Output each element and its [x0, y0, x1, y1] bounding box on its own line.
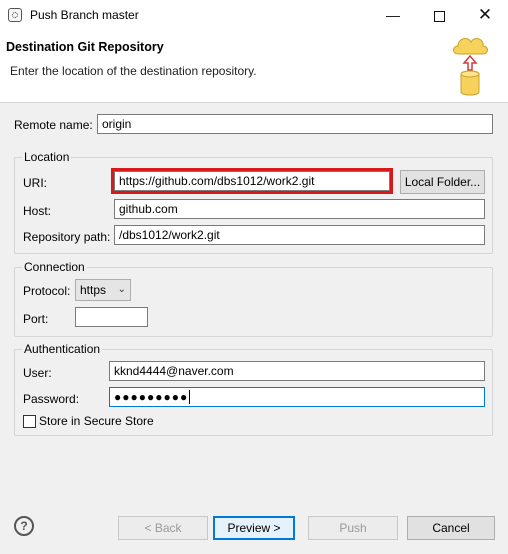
page-title: Destination Git Repository — [6, 40, 164, 54]
push-to-cloud-icon — [453, 38, 488, 96]
host-label: Host: — [23, 204, 52, 218]
minimize-icon: — — [386, 7, 400, 23]
uri-label: URI: — [23, 176, 47, 190]
repository-path-label: Repository path: — [23, 230, 111, 244]
wizard-header: Destination Git Repository Enter the loc… — [0, 30, 508, 103]
cancel-button[interactable]: Cancel — [407, 516, 495, 540]
password-value: ●●●●●●●●● — [114, 390, 189, 404]
password-input[interactable]: ●●●●●●●●● — [109, 387, 485, 407]
maximize-icon — [433, 10, 445, 22]
protocol-value: https — [80, 283, 107, 297]
chevron-down-icon: ⌄ — [117, 284, 126, 295]
remote-name-input[interactable]: origin — [97, 114, 493, 134]
user-input[interactable]: kknd4444@naver.com — [109, 361, 485, 381]
user-label: User: — [23, 366, 52, 380]
page-description: Enter the location of the destination re… — [10, 64, 257, 78]
password-label: Password: — [23, 392, 80, 406]
back-button[interactable]: < Back — [118, 516, 208, 540]
authentication-group-title: Authentication — [22, 342, 103, 356]
repository-path-input[interactable]: /dbs1012/work2.git — [114, 225, 485, 245]
connection-group-title: Connection — [22, 260, 87, 274]
preview-button[interactable]: Preview > — [213, 516, 295, 540]
close-icon: ✕ — [477, 5, 493, 24]
remote-name-label: Remote name: — [14, 118, 93, 132]
store-secure-checkbox[interactable] — [23, 415, 36, 428]
uri-highlight-box — [111, 168, 393, 194]
title-bar: Push Branch master — ✕ — [0, 0, 508, 30]
eclipse-app-icon — [8, 8, 22, 22]
port-input[interactable] — [75, 307, 148, 327]
window-title: Push Branch master — [30, 8, 139, 22]
protocol-label: Protocol: — [23, 284, 71, 298]
maximize-button[interactable] — [416, 0, 462, 30]
minimize-button[interactable]: — — [370, 0, 416, 30]
port-label: Port: — [23, 312, 49, 326]
push-button[interactable]: Push — [308, 516, 398, 540]
close-button[interactable]: ✕ — [462, 0, 508, 30]
help-icon[interactable]: ? — [14, 516, 34, 536]
local-folder-button[interactable]: Local Folder... — [400, 170, 485, 194]
location-group-title: Location — [22, 150, 72, 164]
protocol-select[interactable]: https ⌄ — [75, 279, 131, 301]
store-secure-label: Store in Secure Store — [39, 414, 154, 428]
host-input[interactable]: github.com — [114, 199, 485, 219]
text-cursor — [189, 390, 191, 404]
